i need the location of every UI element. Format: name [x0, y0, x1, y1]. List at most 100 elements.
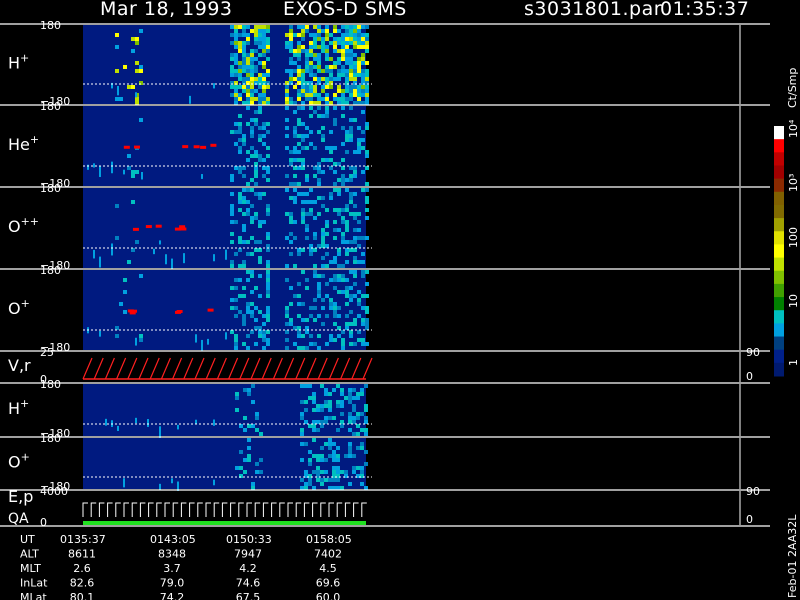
heatmap-cell — [345, 33, 349, 37]
heatmap-cell — [289, 322, 293, 326]
colorbar-segment — [774, 165, 784, 180]
heatmap-cell — [345, 97, 349, 101]
heatmap-cell — [301, 318, 305, 322]
heatmap-cell — [301, 146, 305, 150]
heatmap-cell — [361, 322, 365, 326]
heatmap-cell — [247, 424, 251, 428]
heatmap-cell — [242, 318, 246, 322]
heatmap-cell — [313, 65, 317, 69]
heatmap-cell — [349, 93, 353, 97]
heatmap-cell — [242, 29, 246, 33]
heatmap-cell — [345, 89, 349, 93]
table-cell: 8611 — [68, 548, 96, 561]
heatmap-cell — [225, 249, 227, 260]
heatmap-cell — [349, 310, 353, 314]
heatmap-cell — [357, 97, 361, 101]
heatmap-cell — [345, 188, 349, 192]
heatmap-cell — [309, 306, 313, 310]
heatmap-cell — [230, 65, 234, 69]
heatmap-cell — [258, 310, 262, 314]
heatmap-cell — [285, 118, 289, 122]
heatmap-cell — [153, 248, 155, 255]
heatmap-cell — [301, 346, 305, 350]
heatmap-cell — [139, 65, 143, 69]
heatmap-cell — [329, 73, 333, 77]
heatmap-cell — [348, 412, 352, 416]
heatmap-cell — [309, 97, 313, 101]
table-cell: 7402 — [314, 548, 342, 561]
heatmap-cell — [324, 388, 328, 392]
heatmap-cell — [230, 192, 234, 196]
heatmap-cell — [325, 65, 329, 69]
heatmap-cell — [317, 244, 321, 248]
heatmap-cell — [266, 282, 270, 286]
footer-side-label: Feb-01 2AA32L — [786, 514, 799, 598]
heatmap-cell — [246, 122, 250, 126]
heatmap-cell — [293, 77, 297, 81]
heatmap-cell — [321, 298, 325, 302]
heatmap-cell — [313, 110, 317, 114]
heatmap-cell — [341, 274, 345, 278]
heatmap-cell — [293, 174, 297, 178]
heatmap-cell — [308, 458, 312, 462]
heatmap-cell — [324, 458, 328, 462]
heatmap-cell — [238, 45, 242, 49]
heatmap-cell — [361, 342, 365, 346]
heatmap-cell — [337, 41, 341, 45]
heatmap-cell — [317, 45, 321, 49]
heatmap-cell — [139, 338, 143, 342]
heatmap-cell — [230, 25, 234, 29]
heatmap-cell — [357, 126, 361, 130]
heatmap-cell — [242, 286, 246, 290]
heatmap-cell — [365, 270, 369, 274]
heatmap-cell — [177, 424, 179, 430]
heatmap-cell — [333, 49, 337, 53]
heatmap-cell — [364, 408, 368, 412]
heatmap-cell — [285, 41, 289, 45]
heatmap-cell — [242, 49, 246, 53]
heatmap-cell — [230, 57, 234, 61]
table-row-name: MLat — [20, 591, 47, 600]
heatmap-cell — [230, 220, 234, 224]
heatmap-cell — [329, 69, 333, 73]
heatmap-cell — [337, 252, 341, 256]
heatmap-cell — [254, 150, 258, 154]
heatmap-cell — [317, 25, 321, 29]
heatmap-cell — [250, 216, 254, 220]
heatmap-cell — [312, 438, 316, 442]
heatmap-cell — [309, 33, 313, 37]
heatmap-cell — [305, 69, 309, 73]
heatmap-cell — [337, 314, 341, 318]
heatmap-cell — [313, 264, 317, 268]
panel-label: O+ — [8, 451, 30, 472]
heatmap-cell — [297, 166, 301, 170]
heatmap-cell — [353, 240, 357, 244]
heatmap-cell — [357, 338, 361, 342]
heatmap-cell — [293, 196, 297, 200]
heatmap-cell — [297, 41, 301, 45]
heatmap-cell — [321, 49, 325, 53]
heatmap-cell — [262, 73, 266, 77]
heatmap-cell — [341, 178, 345, 182]
heatmap-cell — [234, 69, 238, 73]
heatmap-cell — [348, 454, 352, 458]
heatmap-cell — [345, 37, 349, 41]
heatmap-cell — [238, 77, 242, 81]
heatmap-cell — [293, 182, 297, 186]
heatmap-cell — [361, 270, 365, 274]
heatmap-cell — [361, 93, 365, 97]
heatmap-cell — [341, 182, 345, 186]
heatmap-cell — [349, 174, 353, 178]
heatmap-cell — [242, 61, 246, 65]
heatmap-cell — [312, 424, 316, 428]
heatmap-cell — [365, 216, 369, 220]
y-tick-label-top: 25 — [40, 346, 54, 359]
heatmap-cell — [325, 342, 329, 346]
heatmap-cell — [341, 49, 345, 53]
heatmap-cell — [341, 106, 345, 110]
heatmap-cell — [352, 420, 356, 424]
heatmap-cell — [365, 150, 369, 154]
heatmap-cell — [297, 93, 301, 97]
heatmap-cell — [127, 260, 131, 264]
heatmap-cell — [325, 282, 329, 286]
